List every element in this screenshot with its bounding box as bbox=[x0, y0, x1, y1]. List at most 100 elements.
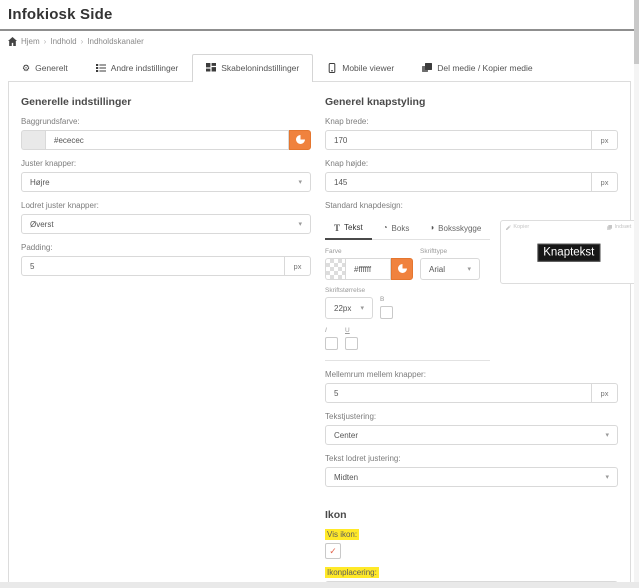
button-width-group: 170 px bbox=[325, 130, 618, 150]
color-picker-button[interactable] bbox=[289, 130, 311, 150]
button-width-input[interactable]: 170 bbox=[325, 130, 592, 150]
font-size-select[interactable]: 22px bbox=[325, 297, 373, 319]
show-icon-checkbox[interactable]: ✓ bbox=[325, 543, 341, 559]
italic-checkbox[interactable] bbox=[325, 337, 338, 350]
bold-control: B bbox=[380, 296, 393, 319]
design-controls-row-2: I U bbox=[325, 327, 490, 350]
font-size-label: Skriftstørrelse bbox=[325, 287, 373, 294]
breadcrumb: Hjem › Indhold › Indholdskanaler bbox=[0, 31, 639, 50]
padding-group: 5 px bbox=[21, 256, 311, 276]
design-tab-boks[interactable]: ◔ Boks bbox=[374, 218, 419, 239]
tab-label: Skabelonindstillinger bbox=[221, 63, 299, 73]
italic-label: I bbox=[325, 327, 338, 334]
breadcrumb-item-indholdskanaler[interactable]: Indholdskanaler bbox=[87, 37, 143, 46]
font-size-control: Skriftstørrelse 22px bbox=[325, 287, 373, 319]
preview-paste-link[interactable]: Indsæt bbox=[607, 224, 631, 230]
design-tab-boksskygge[interactable]: ◑ Boksskygge bbox=[420, 218, 490, 239]
valign-buttons-label: Lodret juster knapper: bbox=[21, 201, 311, 210]
settings-panel: Generelle indstillinger Baggrundsfarve: … bbox=[8, 81, 631, 582]
pencil-icon bbox=[506, 225, 511, 230]
font-color-label: Farve bbox=[325, 248, 413, 255]
tab-andre-indstillinger[interactable]: Andre indstillinger bbox=[82, 54, 193, 81]
bold-label: B bbox=[380, 296, 393, 303]
text-valign-label: Tekst lodret justering: bbox=[325, 454, 618, 463]
boks-icon: ◔ bbox=[383, 224, 388, 232]
button-height-input[interactable]: 145 bbox=[325, 172, 592, 192]
button-spacing-input[interactable]: 5 bbox=[325, 383, 592, 403]
tab-generelt[interactable]: ⚙ Generelt bbox=[8, 54, 82, 81]
infokiosk-page: Infokiosk Side Hjem › Indhold › Indholds… bbox=[0, 0, 639, 582]
underline-control: U bbox=[345, 327, 358, 350]
icon-section-heading: Ikon bbox=[325, 509, 618, 521]
underline-checkbox[interactable] bbox=[345, 337, 358, 350]
text-icon: T bbox=[334, 224, 340, 232]
tab-label: Andre indstillinger bbox=[111, 63, 179, 73]
text-align-label: Tekstjustering: bbox=[325, 412, 618, 421]
text-align-value: Center bbox=[334, 431, 358, 440]
design-tab-label: Boks bbox=[392, 224, 410, 233]
background-color-input[interactable]: #ececec bbox=[45, 130, 289, 150]
boksskygge-icon: ◑ bbox=[429, 224, 434, 232]
main-tabbar: ⚙ Generelt Andre indstillinger Skabeloni… bbox=[8, 54, 631, 81]
color-wheel-icon bbox=[296, 131, 305, 149]
tab-label: Del medie / Kopier medie bbox=[437, 63, 532, 73]
text-valign-select[interactable]: Midten bbox=[325, 467, 618, 487]
general-settings-column: Generelle indstillinger Baggrundsfarve: … bbox=[21, 86, 311, 582]
check-icon: ✓ bbox=[329, 547, 337, 556]
scrollbar-thumb[interactable] bbox=[634, 0, 639, 64]
background-color-label: Baggrundsfarve: bbox=[21, 117, 311, 126]
align-buttons-select[interactable]: Højre bbox=[21, 172, 311, 192]
copy-icon bbox=[607, 225, 612, 230]
bold-checkbox[interactable] bbox=[380, 306, 393, 319]
button-width-unit: px bbox=[592, 130, 618, 150]
design-tab-label: Boksskygge bbox=[438, 224, 481, 233]
tab-skabelonindstillinger[interactable]: Skabelonindstillinger bbox=[192, 54, 313, 82]
button-design-controls: T Tekst ◔ Boks ◑ Boksskygge bbox=[325, 214, 490, 361]
valign-buttons-value: Øverst bbox=[30, 220, 54, 229]
button-width-label: Knap brede: bbox=[325, 117, 618, 126]
general-settings-heading: Generelle indstillinger bbox=[21, 96, 311, 108]
button-preview-box: Kopier Indsæt Knaptekst bbox=[500, 220, 637, 284]
button-design-tabs: T Tekst ◔ Boks ◑ Boksskygge bbox=[325, 218, 490, 240]
font-size-value: 22px bbox=[334, 304, 351, 313]
show-icon-label: Vis ikon: bbox=[325, 530, 618, 539]
tab-mobile-viewer[interactable]: Mobile viewer bbox=[313, 54, 408, 81]
font-color-swatch bbox=[325, 258, 345, 280]
scrollbar[interactable] bbox=[634, 0, 639, 582]
background-color-group: #ececec bbox=[21, 130, 311, 150]
mobile-icon bbox=[327, 63, 337, 73]
valign-buttons-select[interactable]: Øverst bbox=[21, 214, 311, 234]
tab-del-medie-kopier-medie[interactable]: Del medie / Kopier medie bbox=[408, 54, 546, 81]
icon-placement-label: Ikonplacering: bbox=[325, 568, 618, 577]
grid-icon bbox=[206, 63, 216, 73]
breadcrumb-item-indhold[interactable]: Indhold bbox=[50, 37, 76, 46]
design-tab-tekst[interactable]: T Tekst bbox=[325, 218, 372, 240]
background-color-swatch bbox=[21, 130, 45, 150]
breadcrumb-item-hjem[interactable]: Hjem bbox=[21, 37, 40, 46]
button-spacing-label: Mellemrum mellem knapper: bbox=[325, 370, 618, 379]
button-styling-heading: Generel knapstyling bbox=[325, 96, 618, 108]
button-styling-column: Generel knapstyling Knap brede: 170 px K… bbox=[325, 86, 618, 582]
breadcrumb-separator: › bbox=[44, 37, 47, 46]
text-align-select[interactable]: Center bbox=[325, 425, 618, 445]
button-spacing-unit: px bbox=[592, 383, 618, 403]
page-title: Infokiosk Side bbox=[0, 0, 639, 29]
preview-copy-link[interactable]: Kopier bbox=[506, 224, 529, 230]
font-family-label: Skrifttype bbox=[420, 248, 480, 255]
home-icon bbox=[8, 37, 17, 46]
design-tab-label: Tekst bbox=[344, 223, 363, 232]
list-icon bbox=[96, 63, 106, 73]
button-height-unit: px bbox=[592, 172, 618, 192]
icon-placement-select[interactable]: Top bbox=[325, 581, 618, 582]
button-preview-text: Knaptekst bbox=[537, 244, 600, 262]
padding-input[interactable]: 5 bbox=[21, 256, 285, 276]
font-family-select[interactable]: Arial bbox=[420, 258, 480, 280]
font-color-control: Farve #ffffff bbox=[325, 248, 413, 280]
italic-control: I bbox=[325, 327, 338, 350]
gear-icon: ⚙ bbox=[22, 63, 30, 73]
button-design-block: T Tekst ◔ Boks ◑ Boksskygge bbox=[325, 214, 618, 361]
underline-label: U bbox=[345, 327, 358, 334]
design-controls-row-1: Farve #ffffff bbox=[325, 248, 490, 319]
color-picker-button[interactable] bbox=[391, 258, 413, 280]
font-color-input[interactable]: #ffffff bbox=[345, 258, 391, 280]
